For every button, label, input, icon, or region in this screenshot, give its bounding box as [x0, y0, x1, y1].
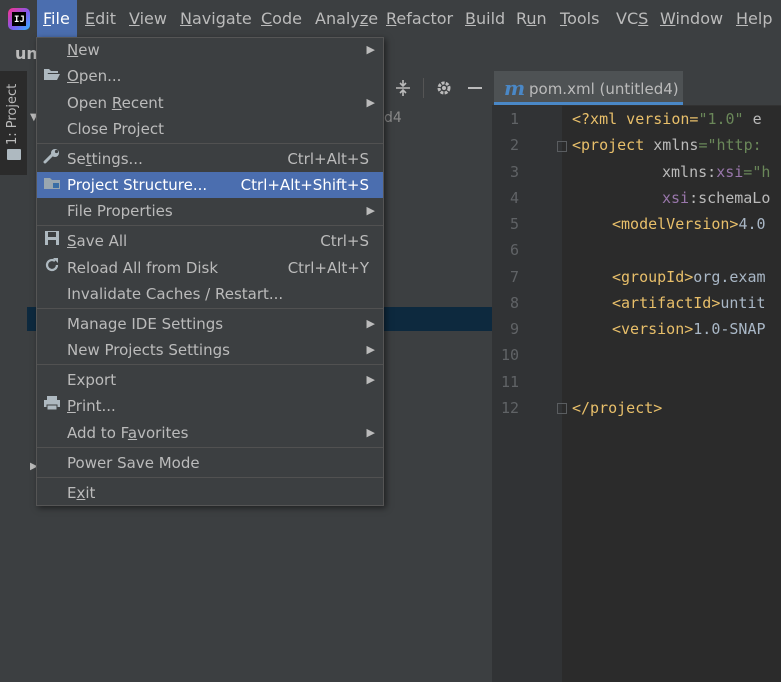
line-number: 10 [500, 346, 519, 364]
menu-refactor[interactable]: Refactor [380, 0, 459, 37]
menu-code[interactable]: Code [255, 0, 308, 37]
editor-tab-title: pom.xml (untitled4) [529, 80, 679, 98]
menu-tools[interactable]: Tools [554, 0, 605, 37]
file-menu-manage-ide-settings[interactable]: Manage IDE Settings ▶ [37, 311, 383, 337]
file-menu-add-to-favorites[interactable]: Add to Favorites ▶ [37, 420, 383, 446]
file-menu-invalidate-caches[interactable]: Invalidate Caches / Restart... [37, 281, 383, 307]
file-menu-exit[interactable]: Exit [37, 480, 383, 506]
menu-window[interactable]: Window [654, 0, 729, 37]
file-menu-save-all[interactable]: Save All Ctrl+S [37, 228, 383, 254]
folder-icon [7, 149, 21, 160]
code-line: xmlns:xsi="h [662, 163, 771, 181]
submenu-arrow-icon: ▶ [366, 204, 375, 217]
menu-run[interactable]: Run [510, 0, 553, 37]
menu-separator [37, 308, 383, 309]
line-number: 12 [500, 399, 519, 417]
menu-navigate[interactable]: Navigate [174, 0, 258, 37]
line-number: 9 [509, 320, 519, 338]
file-menu-project-structure[interactable]: Project Structure... Ctrl+Alt+Shift+S [37, 172, 383, 198]
reload-icon [42, 255, 62, 281]
open-folder-icon [42, 63, 62, 89]
toolbar-divider [423, 78, 424, 98]
minimize-icon[interactable] [466, 78, 484, 103]
code-line: <groupId>org.exam [612, 268, 766, 286]
intellij-logo-icon: IJ [8, 8, 30, 30]
line-number: 8 [509, 294, 519, 312]
code-line: <artifactId>untit [612, 294, 766, 312]
line-number: 2 [509, 136, 519, 154]
save-icon [42, 228, 62, 254]
line-number: 1 [509, 110, 519, 128]
code-line: <modelVersion>4.0 [612, 215, 766, 233]
menu-analyze[interactable]: Analyze [309, 0, 384, 37]
maven-icon: m [504, 76, 526, 100]
line-number: 3 [509, 163, 519, 181]
menu-file[interactable]: File [37, 0, 77, 37]
file-menu-close-project[interactable]: Close Project [37, 116, 383, 142]
file-menu-file-properties[interactable]: File Properties ▶ [37, 198, 383, 224]
print-icon [42, 393, 62, 419]
code-line: <project xmlns="http: [572, 136, 762, 154]
project-tree-root-label[interactable]: d4 [384, 110, 402, 126]
file-menu-export[interactable]: Export ▶ [37, 367, 383, 393]
submenu-arrow-icon: ▶ [366, 426, 375, 439]
submenu-arrow-icon: ▶ [366, 343, 375, 356]
menu-vcs[interactable]: VCS [610, 0, 654, 37]
menu-separator [37, 477, 383, 478]
menu-separator [37, 447, 383, 448]
file-menu-print[interactable]: Print... [37, 393, 383, 419]
menu-separator [37, 225, 383, 226]
menu-view[interactable]: View [123, 0, 173, 37]
file-menu-new[interactable]: New ▶ [37, 37, 383, 63]
submenu-arrow-icon: ▶ [366, 43, 375, 56]
submenu-arrow-icon: ▶ [366, 373, 375, 386]
line-number: 6 [509, 241, 519, 259]
collapse-all-icon[interactable] [394, 78, 412, 103]
line-number: 5 [509, 215, 519, 233]
menu-separator [37, 364, 383, 365]
gear-icon[interactable] [434, 78, 454, 103]
line-number: 7 [509, 268, 519, 286]
menu-edit[interactable]: Edit [79, 0, 122, 37]
code-line: </project> [572, 399, 663, 417]
menu-build[interactable]: Build [459, 0, 511, 37]
project-structure-icon [42, 172, 62, 198]
menu-help[interactable]: Help [730, 0, 778, 37]
file-menu-open[interactable]: Open... [37, 63, 383, 89]
file-menu-open-recent[interactable]: Open Recent ▶ [37, 90, 383, 116]
file-menu-settings[interactable]: Settings... Ctrl+Alt+S [37, 146, 383, 172]
file-menu-reload-all[interactable]: Reload All from Disk Ctrl+Alt+Y [37, 255, 383, 281]
code-line: xsi:schemaLo [662, 189, 771, 207]
fold-marker-icon[interactable] [557, 141, 567, 152]
file-menu-power-save-mode[interactable]: Power Save Mode [37, 450, 383, 476]
code-line: <version>1.0-SNAP [612, 320, 766, 338]
project-tab-label: 1: Project [5, 83, 20, 145]
menu-separator [37, 143, 383, 144]
submenu-arrow-icon: ▶ [366, 96, 375, 109]
wrench-icon [42, 146, 62, 172]
code-line: <?xml version="1.0" e [572, 110, 762, 128]
submenu-arrow-icon: ▶ [366, 317, 375, 330]
file-menu-new-projects-settings[interactable]: New Projects Settings ▶ [37, 337, 383, 363]
fold-marker-icon[interactable] [557, 403, 567, 414]
line-number: 4 [509, 189, 519, 207]
line-number: 11 [500, 373, 519, 391]
